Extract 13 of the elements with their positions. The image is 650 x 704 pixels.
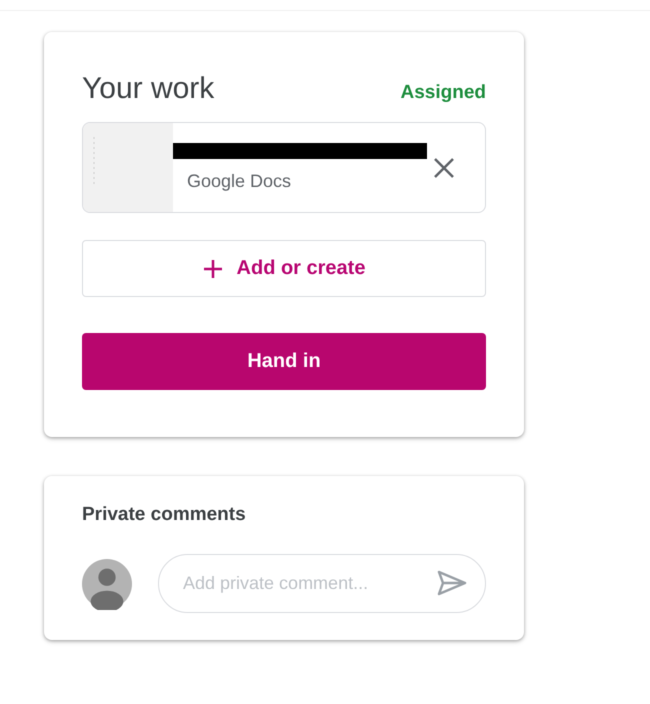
dotted-line-icon (93, 137, 95, 187)
close-button[interactable] (433, 156, 455, 178)
status-label: Assigned (400, 82, 486, 104)
card-title: Private comments (82, 504, 247, 526)
add-or-create-button[interactable]: Add or create (82, 240, 486, 297)
avatar-icon (82, 558, 132, 610)
file-type: Google Docs (187, 171, 292, 192)
comment-field[interactable]: Add private comment... (158, 554, 486, 613)
hand-in-button[interactable]: Hand in (82, 333, 486, 390)
send-button[interactable] (436, 569, 468, 597)
attachment-card[interactable]: Google Docs (82, 122, 486, 213)
plus-icon (202, 258, 223, 278)
card-title: Your work (82, 72, 214, 106)
